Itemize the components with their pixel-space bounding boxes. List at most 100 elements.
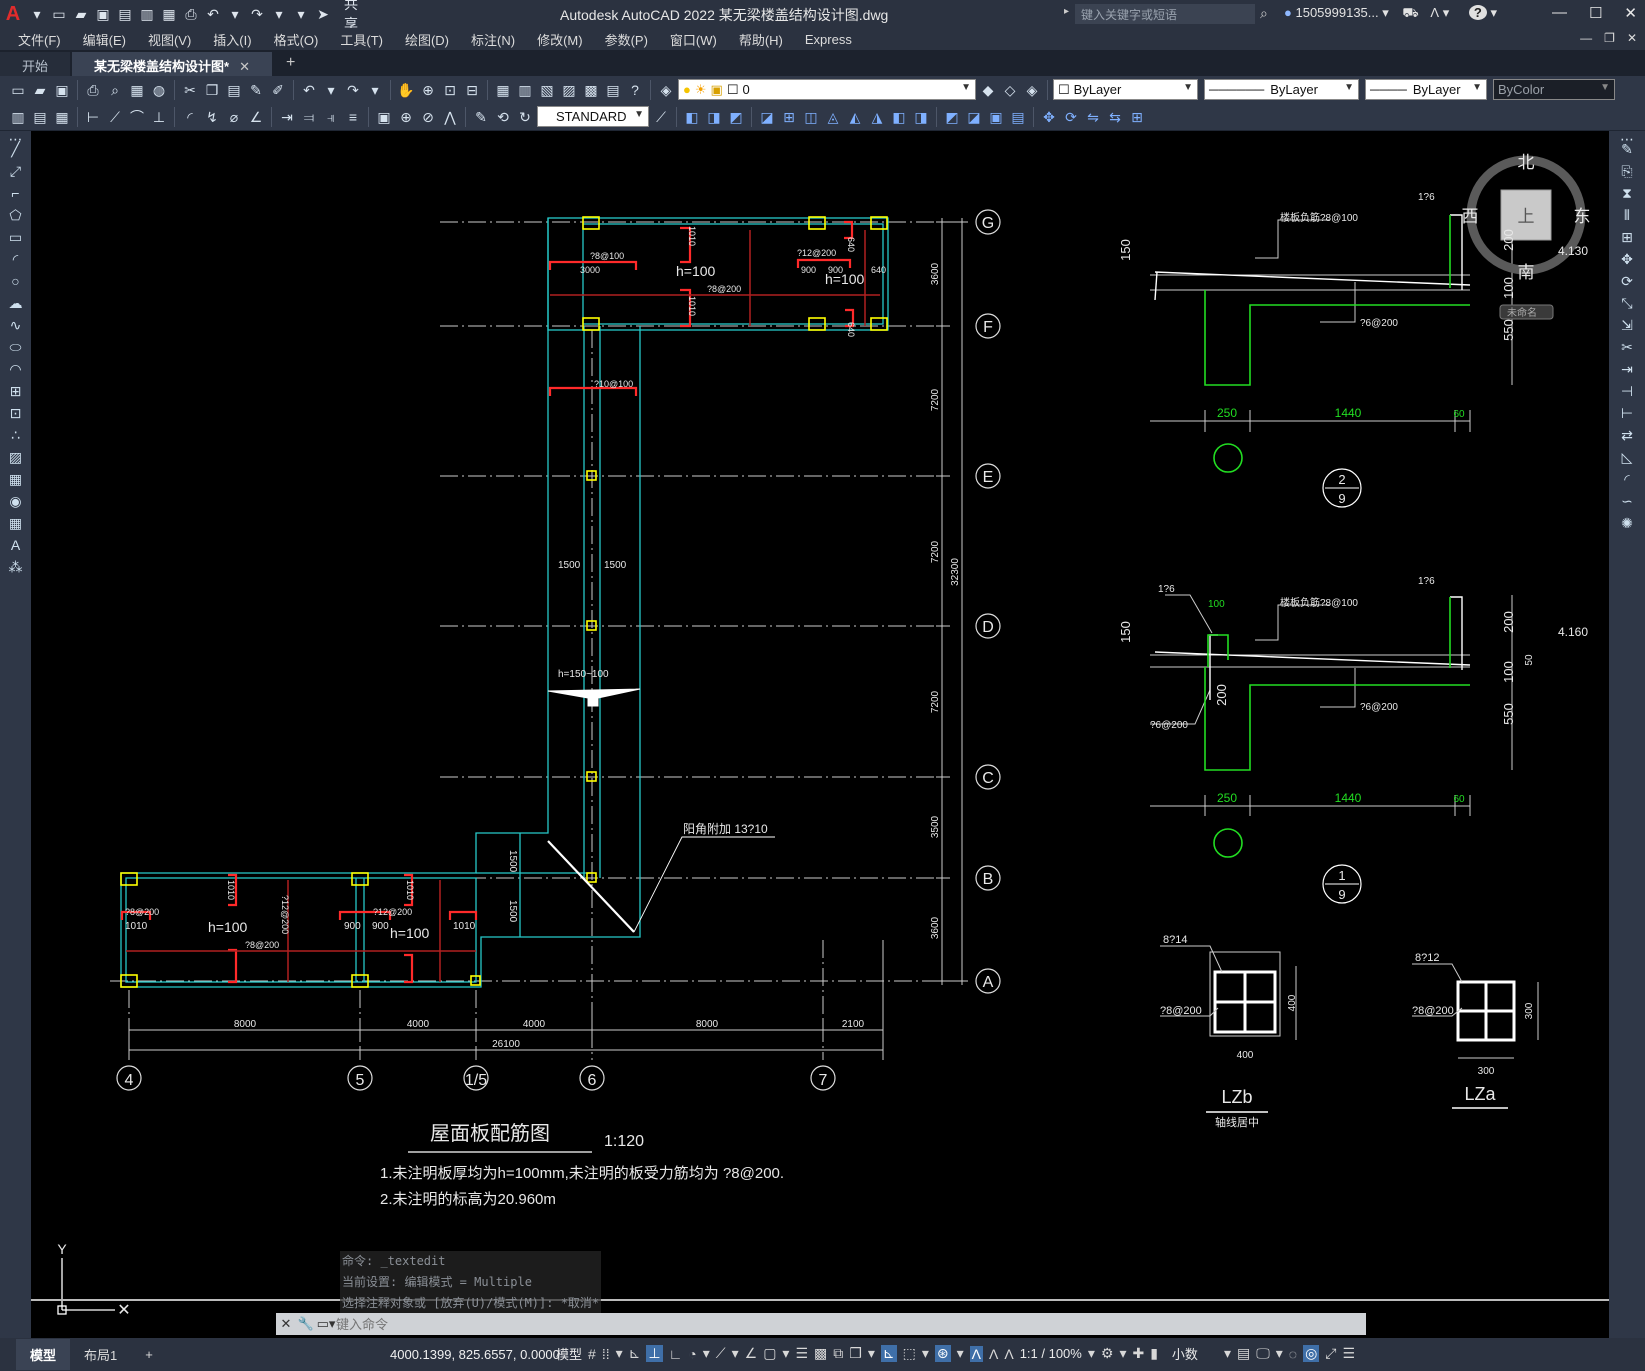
gradient-icon[interactable]: ▦	[0, 471, 31, 493]
save-to-web-icon[interactable]: ▦	[158, 6, 180, 23]
break-at-point-icon[interactable]: ⊣	[1609, 383, 1645, 405]
plot-icon[interactable]: ⎙	[180, 6, 202, 23]
undo-icon[interactable]: ↶	[299, 80, 319, 100]
redo-dropdown-icon[interactable]: ▾	[268, 6, 290, 23]
publish-icon[interactable]: ▦	[127, 80, 147, 100]
annotation-scale-icon[interactable]: Ʌ	[1004, 1346, 1013, 1362]
scale-icon[interactable]: ⤡	[1609, 295, 1645, 317]
break-icon[interactable]: ⊢	[1609, 405, 1645, 427]
selection-filter-icon[interactable]: ⬚	[903, 1345, 916, 1362]
chevron-down-icon[interactable]: ▼	[961, 82, 971, 93]
presspull-icon[interactable]: ⊞	[779, 107, 799, 127]
ortho-icon[interactable]: ∟	[669, 1346, 683, 1362]
model-space-button[interactable]: 模型	[556, 1344, 582, 1363]
lineweight-icon[interactable]: ☰	[795, 1345, 808, 1362]
search-input[interactable]: 键入关键字或短语	[1075, 4, 1255, 24]
design-center-icon[interactable]: ▥	[515, 80, 535, 100]
osnap-tracking-icon[interactable]: ∠	[745, 1345, 758, 1362]
plot-icon[interactable]: ⎙	[83, 80, 103, 100]
menu-item[interactable]: 窗口(W)	[670, 30, 717, 49]
dimspace-icon[interactable]: ≡	[343, 107, 363, 127]
close-tab-icon[interactable]: ✕	[239, 59, 250, 74]
dimstyle-manager-icon[interactable]: ⟋	[651, 107, 671, 127]
zoom-realtime-icon[interactable]: ⊕	[418, 80, 438, 100]
grid-icon[interactable]: #	[588, 1346, 596, 1362]
help-icon[interactable]: ?	[1468, 5, 1487, 20]
cut-icon[interactable]: ✂	[180, 80, 200, 100]
undo-dropdown-icon[interactable]: ▾	[224, 6, 246, 23]
join-icon[interactable]: ⇄	[1609, 427, 1645, 449]
chevron-down-icon[interactable]: ▼	[1472, 82, 1482, 93]
copy-object-icon[interactable]: ⎘	[1609, 163, 1645, 185]
diameter-icon[interactable]: ⌀	[224, 107, 244, 127]
search-icon[interactable]: ⌕	[1260, 5, 1268, 22]
chevron-down-icon[interactable]: ▼	[1183, 82, 1193, 93]
revision-cloud-icon[interactable]: ☁	[0, 295, 31, 317]
coordinates-readout[interactable]: 4000.1399, 825.6557, 0.0000	[390, 1347, 560, 1362]
menu-item[interactable]: Express	[805, 32, 852, 47]
redo-icon[interactable]: ↷	[343, 80, 363, 100]
isodraft-icon[interactable]: ⟋	[716, 1345, 726, 1362]
undo-icon[interactable]: ↶	[202, 6, 224, 23]
dropdown-arrow-icon[interactable]: ▾	[26, 6, 48, 23]
construction-line-icon[interactable]: ⤢	[0, 163, 31, 185]
linetype-dropdown[interactable]: ────── ByLayer ▼	[1204, 79, 1359, 100]
new-file-icon[interactable]: ▭	[48, 6, 70, 23]
color-dropdown[interactable]: ☐ ByLayer ▼	[1053, 79, 1198, 100]
cylinder-icon[interactable]: ◨	[704, 107, 724, 127]
imprint-icon[interactable]: ▤	[1008, 107, 1028, 127]
line-icon[interactable]: ╱	[0, 141, 31, 163]
stretch-icon[interactable]: ⇲	[1609, 317, 1645, 339]
calculator-icon[interactable]: ▤	[603, 80, 623, 100]
doc-close-icon[interactable]: ✕	[1627, 31, 1637, 45]
tab-model[interactable]: 模型	[16, 1339, 71, 1370]
menu-item[interactable]: 标注(N)	[471, 30, 515, 49]
make-block-icon[interactable]: ⊡	[0, 405, 31, 427]
dropdown-arrow-icon[interactable]: ▾	[1088, 1345, 1095, 1362]
box-icon[interactable]: ◧	[682, 107, 702, 127]
bulb-icon[interactable]: ●	[683, 82, 691, 97]
workspace-icon[interactable]: ▥	[8, 107, 28, 127]
angular-icon[interactable]: ∠	[246, 107, 266, 127]
arc-icon[interactable]: ◜	[0, 251, 31, 273]
ellipse-icon[interactable]: ⬭	[0, 339, 31, 361]
expand-arrow-icon[interactable]: ▸	[1064, 6, 1069, 17]
move-3d-icon[interactable]: ✥	[1039, 107, 1059, 127]
osnap-icon[interactable]: ▢	[763, 1345, 776, 1362]
units-value[interactable]: 小数	[1172, 1344, 1198, 1363]
menu-item[interactable]: 绘图(D)	[405, 30, 449, 49]
layer-properties-icon[interactable]: ◈	[656, 80, 676, 100]
quick-properties-icon[interactable]: ▤	[1237, 1345, 1250, 1362]
dropdown-arrow-icon[interactable]: ▾	[1443, 5, 1450, 20]
arc-length-icon[interactable]: ⌒	[127, 107, 147, 127]
wedge-icon[interactable]: ◩	[726, 107, 746, 127]
user-account[interactable]: ● 1505999135... ▾ ⛟ Ʌ ▾ ? ▾	[1284, 5, 1497, 23]
markup-icon[interactable]: ▩	[581, 80, 601, 100]
slice-icon[interactable]: ◩	[942, 107, 962, 127]
transparency-icon[interactable]: ▩	[814, 1345, 827, 1362]
dropdown-arrow-icon[interactable]: ▾	[922, 1345, 929, 1362]
blend-icon[interactable]: ∽	[1609, 493, 1645, 515]
new-tab-button[interactable]: +	[274, 50, 307, 76]
dropdown-arrow-icon[interactable]: ▾	[868, 1345, 875, 1362]
mtext-icon[interactable]: A	[0, 537, 31, 559]
paste-icon[interactable]: ▤	[224, 80, 244, 100]
dimtedit-icon[interactable]: ⟲	[493, 107, 513, 127]
zoom-previous-icon[interactable]: ⊟	[462, 80, 482, 100]
selection-cycling-icon[interactable]: ⧉	[833, 1345, 843, 1362]
extrude-icon[interactable]: ◪	[757, 107, 777, 127]
qnew-icon[interactable]: ▭	[8, 80, 28, 100]
copy-icon[interactable]: ❐	[202, 80, 222, 100]
menu-item[interactable]: 修改(M)	[537, 30, 583, 49]
trim-icon[interactable]: ✂	[1609, 339, 1645, 361]
linear-dimension-icon[interactable]: ⊢	[83, 107, 103, 127]
polar-icon[interactable]: ◔	[688, 1346, 696, 1362]
tool-palettes-icon[interactable]: ▧	[537, 80, 557, 100]
rotate-icon[interactable]: ⟳	[1609, 273, 1645, 295]
plotstyle-dropdown[interactable]: ByColor ▼	[1493, 79, 1615, 100]
table-icon[interactable]: ▦	[0, 515, 31, 537]
save-icon[interactable]: ▣	[52, 80, 72, 100]
menu-item[interactable]: 格式(O)	[274, 30, 319, 49]
3d-osnap-icon[interactable]: ❒	[849, 1345, 862, 1362]
add-selected-icon[interactable]: ⁂	[0, 559, 31, 581]
